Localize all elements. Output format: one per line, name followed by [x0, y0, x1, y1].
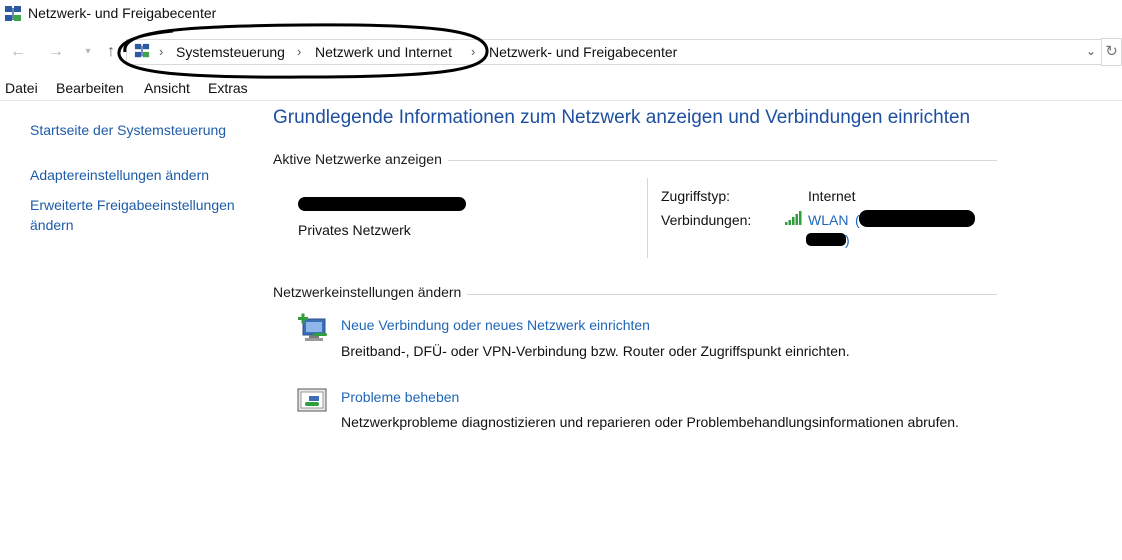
menu-datei[interactable]: Datei — [5, 80, 38, 96]
network-type: Privates Netzwerk — [298, 222, 411, 238]
forward-arrow-icon[interactable]: → — [46, 42, 66, 62]
page-title: Grundlegende Informationen zum Netzwerk … — [273, 107, 971, 128]
sidebar-link-adapter[interactable]: Adaptereinstellungen ändern — [30, 165, 209, 185]
new-connection-icon[interactable] — [297, 313, 329, 343]
section-heading-change: Netzwerkeinstellungen ändern — [273, 284, 468, 300]
breadcrumb-item-freigabecenter[interactable]: Netzwerk- und Freigabecenter — [489, 44, 677, 60]
redacted-ssid — [859, 210, 975, 227]
network-center-icon — [5, 6, 21, 21]
troubleshoot-icon[interactable] — [297, 387, 329, 415]
troubleshoot-description: Netzwerkprobleme diagnostizieren und rep… — [341, 414, 959, 430]
redacted-ssid-continued — [806, 233, 846, 246]
sidebar-link-freigabe[interactable]: Erweiterte Freigabeeinstellungen ändern — [30, 195, 240, 235]
vertical-divider — [647, 178, 648, 258]
troubleshoot-link[interactable]: Probleme beheben — [341, 389, 459, 405]
chevron-down-icon[interactable]: ▾ — [78, 42, 98, 62]
connection-paren-close: ) — [845, 232, 850, 248]
menu-extras[interactable]: Extras — [208, 80, 248, 96]
connections-label: Verbindungen: — [661, 212, 752, 228]
wlan-connection-link[interactable]: WLAN — [808, 212, 848, 228]
access-type-label: Zugriffstyp: — [661, 188, 730, 204]
back-arrow-icon[interactable]: ← — [8, 42, 28, 62]
access-type-value: Internet — [808, 188, 856, 204]
sidebar-link-startseite[interactable]: Startseite der Systemsteuerung — [30, 120, 226, 140]
new-connection-description: Breitband-, DFÜ- oder VPN-Verbindung bzw… — [341, 343, 850, 359]
refresh-icon[interactable]: ↻ — [1101, 38, 1122, 66]
menu-ansicht[interactable]: Ansicht — [144, 80, 190, 96]
redacted-network-name — [298, 197, 466, 211]
chevron-down-icon[interactable]: ⌄ — [1083, 43, 1099, 59]
new-connection-link[interactable]: Neue Verbindung oder neues Netzwerk einr… — [341, 317, 650, 333]
section-heading-active: Aktive Netzwerke anzeigen — [273, 151, 448, 167]
annotation-ellipse — [117, 23, 489, 79]
wifi-signal-icon — [785, 211, 802, 225]
menu-bearbeiten[interactable]: Bearbeiten — [56, 80, 124, 96]
window-title: Netzwerk- und Freigabecenter — [28, 5, 217, 21]
